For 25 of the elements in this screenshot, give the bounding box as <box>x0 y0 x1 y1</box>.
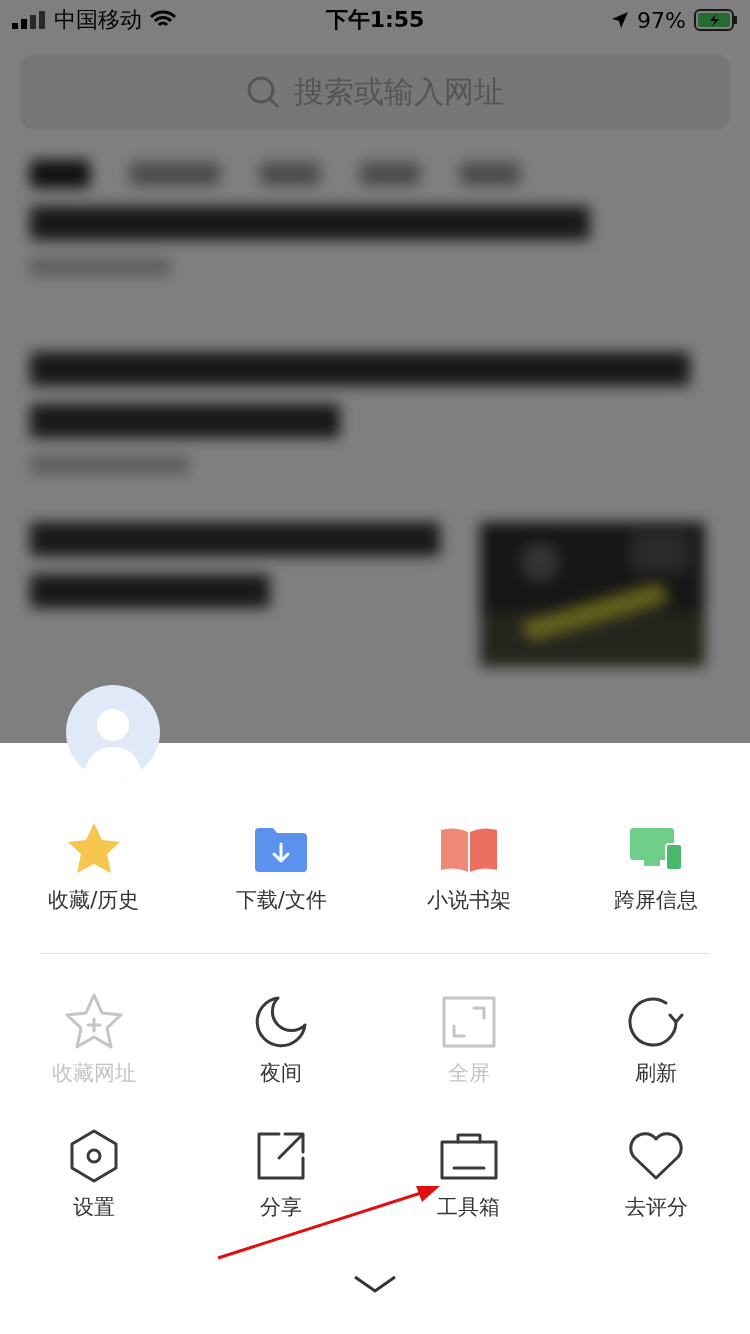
tool-item[interactable]: 设置 <box>0 1106 188 1240</box>
menu-item[interactable]: 收藏/历史 <box>0 799 188 933</box>
tool-item[interactable]: 工具箱 <box>375 1106 563 1240</box>
signal-icon <box>12 11 46 29</box>
location-icon <box>611 11 630 29</box>
carrier-name: 中国移动 <box>54 6 142 34</box>
battery-icon <box>694 9 738 31</box>
tool-item[interactable]: 分享 <box>187 1106 375 1240</box>
tool-item[interactable]: 刷新 <box>562 972 750 1106</box>
collapse-icon[interactable] <box>353 1274 397 1294</box>
folder-icon <box>253 826 310 872</box>
tool-item[interactable]: 去评分 <box>562 1106 750 1240</box>
menu-item[interactable]: 跨屏信息 <box>562 799 750 933</box>
search-icon <box>246 75 280 109</box>
book-icon <box>438 826 499 872</box>
menu-item[interactable]: 下载/文件 <box>187 799 375 933</box>
fullscreen-icon <box>441 996 496 1048</box>
tool-item[interactable]: 夜间 <box>187 972 375 1106</box>
status-time: 下午1:55 <box>325 6 425 34</box>
battery-percent: 97% <box>637 7 686 33</box>
menu-item[interactable]: 小说书架 <box>375 799 563 933</box>
moon-icon <box>254 995 309 1049</box>
toolbox-icon <box>439 1132 498 1180</box>
share-icon <box>255 1130 308 1182</box>
heart-icon <box>627 1131 686 1181</box>
